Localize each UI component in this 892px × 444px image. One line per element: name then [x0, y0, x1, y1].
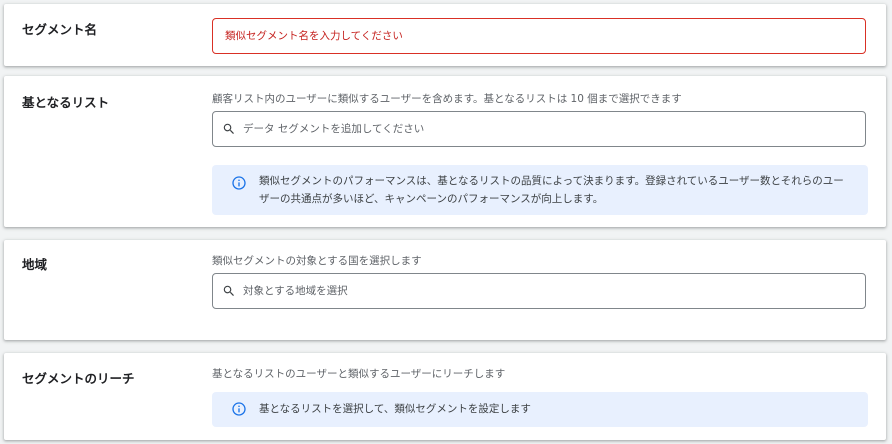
base-list-title: 基となるリスト — [22, 95, 110, 110]
segment-name-field[interactable] — [212, 18, 866, 54]
segment-reach-info-text: 基となるリストを選択して、類似セグメントを設定します — [259, 403, 531, 415]
base-list-search-field[interactable] — [212, 111, 866, 147]
info-icon — [231, 401, 247, 417]
segment-name-card: セグメント名 — [4, 4, 886, 66]
region-card: 地域 類似セグメントの対象とする国を選択します — [4, 240, 886, 340]
segment-reach-card: セグメントのリーチ 基となるリストのユーザーと類似するユーザーにリーチします 基… — [4, 353, 886, 440]
segment-reach-description: 基となるリストのユーザーと類似するユーザーにリーチします — [212, 368, 506, 380]
info-icon — [231, 175, 247, 191]
base-list-description: 顧客リスト内のユーザーに類似するユーザーを含めます。基となるリストは 10 個ま… — [212, 93, 682, 105]
search-icon — [222, 284, 236, 298]
search-icon — [222, 122, 236, 136]
base-list-info-text: 類似セグメントのパフォーマンスは、基となるリストの品質によって決まります。登録さ… — [259, 175, 844, 205]
segment-reach-title: セグメントのリーチ — [22, 371, 135, 386]
segment-reach-info-box: 基となるリストを選択して、類似セグメントを設定します — [212, 392, 868, 427]
region-search-input[interactable] — [243, 285, 865, 297]
segment-name-title: セグメント名 — [22, 22, 98, 37]
segment-name-input[interactable] — [225, 30, 865, 42]
base-list-info-box: 類似セグメントのパフォーマンスは、基となるリストの品質によって決まります。登録さ… — [212, 165, 868, 215]
base-list-card: 基となるリスト 顧客リスト内のユーザーに類似するユーザーを含めます。基となるリス… — [4, 76, 886, 227]
region-search-field[interactable] — [212, 273, 866, 309]
base-list-search-input[interactable] — [243, 123, 865, 135]
region-title: 地域 — [22, 257, 48, 272]
region-description: 類似セグメントの対象とする国を選択します — [212, 255, 422, 267]
